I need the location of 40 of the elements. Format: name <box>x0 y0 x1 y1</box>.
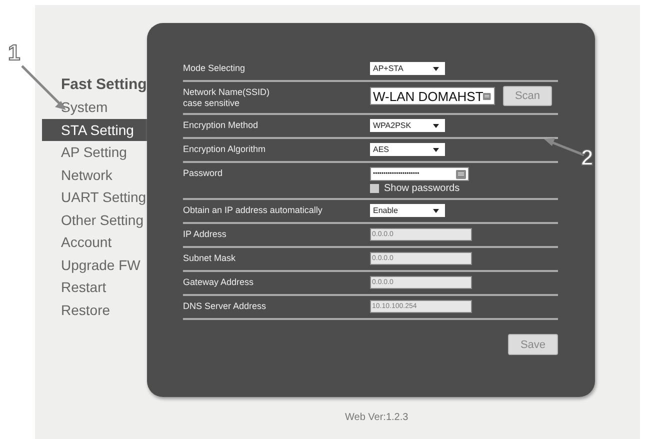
field-label: Network Name(SSID) <box>183 87 271 98</box>
checkbox[interactable] <box>370 184 379 193</box>
sidebar-item[interactable]: AP Setting <box>42 141 147 164</box>
field-label: Password <box>183 168 224 179</box>
key-icon <box>456 170 466 178</box>
field-label: Encryption Method <box>183 120 260 131</box>
sidebar-item[interactable]: UART Setting <box>42 186 147 208</box>
sidebar-item[interactable]: Restart <box>42 276 147 298</box>
dropdown[interactable]: Enable <box>370 204 445 217</box>
scan-button[interactable]: Scan <box>503 86 552 106</box>
field-label: DNS Server Address <box>183 301 268 312</box>
field-label: Subnet Mask <box>183 253 237 264</box>
caret-icon <box>433 66 439 72</box>
sidebar-item[interactable]: Upgrade FW <box>42 254 147 276</box>
field-label: IP Address <box>183 229 228 240</box>
callout-number: 2 <box>581 147 594 169</box>
sidebar-item[interactable]: Network <box>42 164 147 186</box>
sidebar-item[interactable]: STA Setting <box>42 118 147 141</box>
dropdown[interactable]: AP+STA <box>370 62 445 75</box>
checkbox-label: Show passwords <box>384 183 460 194</box>
caret-icon <box>433 146 439 152</box>
dropdown[interactable]: WPA2PSK <box>370 119 445 132</box>
key-icon <box>483 92 491 100</box>
field-label: Gateway Address <box>183 277 255 288</box>
caret-icon <box>433 208 439 214</box>
field-hint: case sensitive <box>183 98 241 109</box>
field-label: Obtain an IP address automatically <box>183 205 324 216</box>
sidebar-item[interactable]: System <box>42 96 147 118</box>
save-button[interactable]: Save <box>508 334 558 355</box>
version-text: Web Ver:1.2.3 <box>345 412 408 423</box>
sidebar-title: Fast Setting <box>60 76 147 95</box>
caret-icon <box>433 122 439 128</box>
field-label: Encryption Algorithm <box>183 144 267 155</box>
callout-number: 1 <box>8 42 20 64</box>
sidebar-item[interactable]: Other Setting <box>42 208 147 231</box>
sidebar-item[interactable]: Account <box>42 231 147 254</box>
dropdown[interactable]: AES <box>370 143 445 156</box>
ssid-field[interactable]: W-LAN DOMAHST <box>370 87 495 105</box>
field-label: Mode Selecting <box>183 63 246 74</box>
sidebar-item[interactable]: Restore <box>42 298 147 321</box>
